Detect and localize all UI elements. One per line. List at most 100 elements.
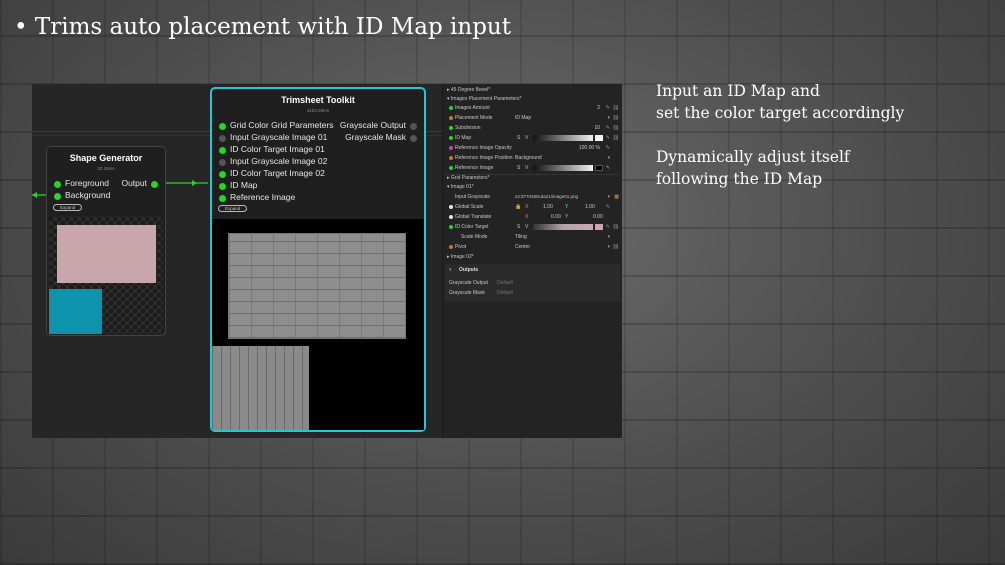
- link-icon[interactable]: ⛓: [613, 113, 619, 123]
- properties-panel: ▸ 45 Degree Bevel* ▾ Images Placement Pa…: [442, 84, 622, 438]
- ref-image-label: Reference Image: [455, 165, 494, 171]
- trimsheet-toolkit-node[interactable]: Trimsheet Toolkit 3182.59ms Grid Color G…: [210, 87, 426, 432]
- port-id-target-02[interactable]: [219, 171, 226, 178]
- shape-generator-node[interactable]: Shape Generator 20.19ms Foreground Outpu…: [46, 146, 166, 336]
- row-global-translate[interactable]: Global Translate X 0.00 Y 0.00: [443, 212, 622, 222]
- row-ref-opacity[interactable]: Reference Image Opacity 100.00 % ✎: [443, 143, 622, 153]
- expand-button[interactable]: Expand: [53, 204, 83, 211]
- global-translate-label: Global Translate: [455, 214, 492, 220]
- edit-icon[interactable]: ✎: [606, 202, 610, 212]
- global-translate-y-label: Y: [565, 214, 569, 220]
- port-id-map-label: ID Map: [230, 180, 258, 190]
- param-dot-icon: [449, 245, 453, 249]
- preview-blue-rect: [49, 289, 102, 334]
- ref-position-value[interactable]: Background: [515, 153, 542, 163]
- ref-image-swatch[interactable]: [595, 165, 603, 171]
- port-input-gray-01[interactable]: [219, 135, 226, 142]
- port-id-target-01-label: ID Color Target Image 01: [230, 144, 325, 154]
- global-translate-x[interactable]: 0.00: [551, 212, 561, 222]
- edit-icon[interactable]: ✎: [606, 123, 610, 133]
- param-dot-icon: [449, 205, 453, 209]
- port-grayscale-mask[interactable]: [410, 135, 417, 142]
- port-foreground[interactable]: [54, 181, 61, 188]
- id-color-target-slider[interactable]: [533, 224, 593, 230]
- input-grayscale-value[interactable]: s3:3770480cda21/image01.png: [515, 192, 578, 202]
- section-image01-label: ▾ Image 01*: [447, 184, 474, 190]
- global-translate-y[interactable]: 0.00: [593, 212, 603, 222]
- section-image02[interactable]: ▸ Image 02*: [443, 252, 622, 262]
- picker-icon[interactable]: ✎: [606, 133, 610, 143]
- id-color-target-label: ID Color Target: [455, 224, 489, 230]
- ref-opacity-value[interactable]: 100.00 %: [579, 143, 600, 153]
- link-icon[interactable]: ⛓: [613, 133, 619, 143]
- link-icon[interactable]: ⛓: [613, 103, 619, 113]
- row-ref-image[interactable]: Reference Image S V ✎: [443, 163, 622, 173]
- row-ref-position[interactable]: Reference Image Position Background ▾: [443, 153, 622, 163]
- row-subdivision[interactable]: Subdivision 10 ✎ ⛓: [443, 123, 622, 133]
- row-id-map[interactable]: ID Map S V ✎ ⛓: [443, 133, 622, 143]
- placement-mode-label: Placement Mode: [455, 115, 493, 121]
- row-global-scale[interactable]: Global Scale 🔒 X 1.00 Y 1.00 ✎: [443, 202, 622, 212]
- param-dot-icon: [449, 116, 453, 120]
- graph-canvas[interactable]: Shape Generator 20.19ms Foreground Outpu…: [32, 84, 442, 438]
- edit-icon[interactable]: ✎: [606, 143, 610, 153]
- lock-icon[interactable]: 🔒: [515, 202, 521, 212]
- port-output[interactable]: [151, 181, 158, 188]
- dropdown-icon[interactable]: ▾: [607, 113, 610, 123]
- dropdown-icon[interactable]: ▾: [607, 153, 610, 163]
- row-output-mask[interactable]: Grayscale Mask Default: [445, 288, 620, 298]
- link-icon[interactable]: ⛓: [613, 242, 619, 252]
- port-reference-image-label: Reference Image: [230, 192, 296, 202]
- port-grayscale-mask-label: Grayscale Mask: [345, 132, 406, 142]
- row-placement-mode[interactable]: Placement Mode ID Map ▾ ⛓: [443, 113, 622, 123]
- scale-mode-value[interactable]: Tiling: [515, 232, 527, 242]
- ref-position-label: Reference Image Position: [455, 155, 513, 161]
- id-map-slider[interactable]: [533, 135, 593, 141]
- picker-icon[interactable]: ✎: [606, 163, 610, 173]
- port-grid-params[interactable]: [219, 123, 226, 130]
- placement-mode-value[interactable]: ID Map: [515, 113, 531, 123]
- ref-opacity-label: Reference Image Opacity: [455, 145, 512, 151]
- images-amount-value[interactable]: 2: [597, 103, 600, 113]
- pivot-value[interactable]: Center: [515, 242, 530, 252]
- row-scale-mode[interactable]: Scale Mode Tiling ▾: [443, 232, 622, 242]
- dropdown-icon[interactable]: ▾: [607, 232, 610, 242]
- dropdown-icon[interactable]: ▾: [607, 192, 610, 202]
- global-scale-y[interactable]: 1.00: [585, 202, 595, 212]
- port-id-map[interactable]: [219, 183, 226, 190]
- row-id-color-target[interactable]: ID Color Target S V ✎ ⛓: [443, 222, 622, 232]
- dropdown-icon[interactable]: ▾: [607, 242, 610, 252]
- port-grayscale-output[interactable]: [410, 123, 417, 130]
- file-icon[interactable]: ▦: [614, 192, 619, 202]
- port-reference-image[interactable]: [219, 195, 226, 202]
- preview-pink-rect: [57, 225, 156, 283]
- row-pivot[interactable]: Pivot Center ▾ ⛓: [443, 242, 622, 252]
- subdivision-value[interactable]: 10: [594, 123, 600, 133]
- expand-button-2[interactable]: Expand: [218, 205, 248, 212]
- row-output-grayscale[interactable]: Grayscale Output Default: [445, 278, 620, 288]
- port-input-gray-02[interactable]: [219, 159, 226, 166]
- trimsheet-title: Trimsheet Toolkit: [281, 95, 355, 105]
- outputs-header[interactable]: ▾ Outputs: [445, 265, 620, 275]
- row-images-amount[interactable]: Images Amount 2 ✎ ⛓: [443, 103, 622, 113]
- global-scale-label: Global Scale: [455, 204, 484, 210]
- row-input-grayscale[interactable]: Input Grayscale s3:3770480cda21/image01.…: [443, 192, 622, 202]
- port-id-target-01[interactable]: [219, 147, 226, 154]
- port-background[interactable]: [54, 193, 61, 200]
- edit-icon[interactable]: ✎: [606, 103, 610, 113]
- global-scale-x[interactable]: 1.00: [543, 202, 553, 212]
- port-grayscale-output-label: Grayscale Output: [339, 120, 406, 130]
- shape-generator-time: 20.19ms: [97, 166, 115, 171]
- id-color-target-swatch[interactable]: [595, 224, 603, 230]
- link-icon[interactable]: ⛓: [613, 123, 619, 133]
- trimsheet-time: 3182.59ms: [306, 108, 330, 113]
- link-icon[interactable]: ⛓: [613, 222, 619, 232]
- id-map-swatch[interactable]: [595, 135, 603, 141]
- port-foreground-label: Foreground: [65, 178, 109, 188]
- picker-icon[interactable]: ✎: [606, 222, 610, 232]
- param-dot-icon: [449, 225, 453, 229]
- section-image01[interactable]: ▾ Image 01*: [443, 182, 622, 192]
- ref-image-slider[interactable]: [533, 165, 593, 171]
- port-grid-params-label: Grid Color Grid Parameters: [230, 120, 334, 130]
- output-mask-value: Default: [497, 290, 513, 296]
